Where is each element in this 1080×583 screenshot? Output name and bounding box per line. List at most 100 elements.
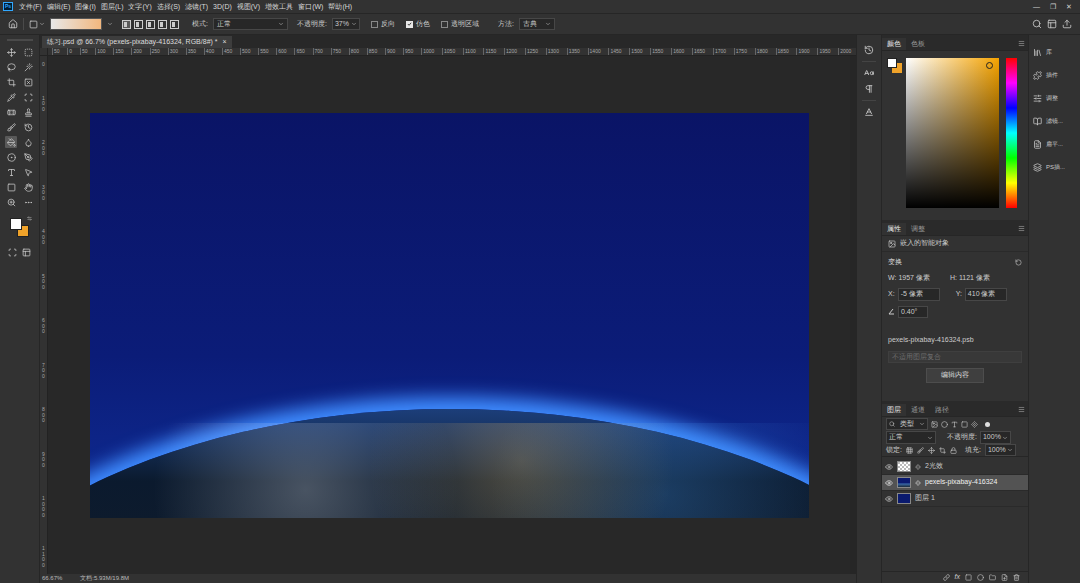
angle-input[interactable]: 0.40°	[898, 306, 928, 319]
method-select[interactable]: 古典	[519, 18, 555, 30]
filter-type-icon[interactable]	[951, 421, 958, 428]
side-panel-item[interactable]: 滤镜...	[1033, 113, 1080, 129]
tool-button[interactable]	[5, 181, 17, 193]
tool-button[interactable]	[22, 136, 34, 148]
tool-button[interactable]	[5, 91, 17, 103]
delete-layer-icon[interactable]	[1013, 574, 1020, 581]
properties-tab[interactable]: 属性	[882, 223, 906, 235]
tool-button[interactable]	[22, 46, 34, 58]
x-input[interactable]: -5 像素	[898, 288, 940, 301]
foreground-swatch[interactable]	[887, 58, 897, 68]
lock-pixels-icon[interactable]	[917, 447, 924, 454]
edit-contents-button[interactable]: 编辑内容	[926, 368, 984, 383]
lock-all-icon[interactable]	[950, 447, 957, 454]
tool-button[interactable]	[22, 76, 34, 88]
layer-comp-select[interactable]: 不适用图层复合	[888, 351, 1022, 364]
filter-pixel-icon[interactable]	[931, 421, 938, 428]
menu-item[interactable]: 图层(L)	[101, 3, 124, 10]
paragraph-icon[interactable]	[864, 84, 874, 94]
window-control[interactable]: —	[1033, 3, 1040, 10]
layer-row[interactable]: pexels-pixabay-416324	[882, 475, 1028, 491]
menu-item[interactable]: 3D(D)	[213, 3, 232, 10]
gradient-swatch[interactable]	[50, 18, 102, 30]
gradient-type-icon[interactable]	[122, 20, 131, 29]
y-input[interactable]: 410 像素	[965, 288, 1007, 301]
swap-colors-icon[interactable]	[27, 216, 32, 221]
reset-icon[interactable]	[1015, 259, 1022, 266]
color-field[interactable]	[906, 58, 999, 208]
color-panel-tab[interactable]: 色板	[906, 38, 930, 50]
quick-mask-icon[interactable]	[8, 248, 17, 257]
option-checkbox[interactable]: 反向	[371, 19, 395, 30]
panel-menu-icon[interactable]	[1018, 225, 1025, 232]
window-control[interactable]: ✕	[1066, 3, 1072, 10]
layers-tab[interactable]: 路径	[930, 404, 954, 416]
tool-button[interactable]	[5, 46, 17, 58]
gradient-type-icon[interactable]	[146, 20, 155, 29]
side-panel-item[interactable]: 库	[1033, 44, 1080, 60]
share-icon[interactable]	[1062, 19, 1072, 29]
new-group-icon[interactable]	[989, 574, 996, 581]
tool-button[interactable]	[5, 121, 17, 133]
tool-button[interactable]	[22, 166, 34, 178]
side-panel-item[interactable]: 扁平...	[1033, 136, 1080, 152]
foreground-color-swatch[interactable]	[10, 218, 22, 230]
filter-smart-icon[interactable]	[971, 421, 978, 428]
menu-item[interactable]: 编辑(E)	[47, 3, 70, 10]
color-panel-tab[interactable]: 颜色	[882, 38, 906, 50]
side-panel-item[interactable]: 调整	[1033, 90, 1080, 106]
glyphs-icon[interactable]	[864, 107, 874, 117]
menu-item[interactable]: 图像(I)	[75, 3, 96, 10]
layers-tab[interactable]: 通道	[906, 404, 930, 416]
tool-button[interactable]	[5, 196, 17, 208]
menu-item[interactable]: 文字(Y)	[128, 3, 151, 10]
document-tab[interactable]: 练习.psd @ 66.7% (pexels-pixabay-416324, R…	[42, 36, 232, 48]
mode-select[interactable]: 正常	[213, 18, 288, 30]
new-layer-icon[interactable]	[1001, 574, 1008, 581]
tool-button[interactable]	[5, 166, 17, 178]
screen-mode-icon[interactable]	[22, 248, 31, 257]
menu-item[interactable]: 增效工具	[265, 3, 293, 10]
workspace-icon[interactable]	[1047, 19, 1057, 29]
menu-item[interactable]: 视图(V)	[237, 3, 260, 10]
lock-transparent-icon[interactable]	[906, 447, 913, 454]
menu-item[interactable]: 滤镜(T)	[185, 3, 208, 10]
search-icon[interactable]	[1032, 19, 1042, 29]
layer-filter[interactable]: 类型	[886, 418, 928, 431]
menu-item[interactable]: 帮助(H)	[328, 3, 352, 10]
side-panel-item[interactable]: 插件	[1033, 67, 1080, 83]
adjustment-layer-icon[interactable]	[977, 574, 984, 581]
lock-artboard-icon[interactable]	[939, 447, 946, 454]
visibility-icon[interactable]	[885, 479, 893, 487]
tool-button[interactable]	[5, 106, 17, 118]
tool-button[interactable]	[22, 196, 34, 208]
tool-button[interactable]	[22, 151, 34, 163]
layer-opacity-field[interactable]: 100%	[980, 431, 1011, 444]
close-tab-button[interactable]: ×	[223, 37, 227, 48]
fill-field[interactable]: 100%	[985, 444, 1016, 457]
tool-button[interactable]	[22, 121, 34, 133]
gradient-type-icon[interactable]	[170, 20, 179, 29]
option-checkbox[interactable]: 仿色	[406, 19, 430, 30]
properties-tab[interactable]: 调整	[906, 223, 930, 235]
layers-tab[interactable]: 图层	[882, 404, 906, 416]
tool-button[interactable]	[22, 106, 34, 118]
window-control[interactable]: ❐	[1050, 3, 1056, 10]
side-panel-item[interactable]: PS插...	[1033, 159, 1080, 175]
tool-button[interactable]	[22, 181, 34, 193]
lock-position-icon[interactable]	[928, 447, 935, 454]
tool-button[interactable]	[22, 91, 34, 103]
add-mask-icon[interactable]	[965, 574, 972, 581]
history-icon[interactable]	[864, 45, 874, 55]
tool-preset[interactable]	[29, 20, 45, 29]
tool-button[interactable]	[5, 151, 17, 163]
tool-button[interactable]	[5, 136, 17, 148]
layer-row[interactable]: 2光效	[882, 459, 1028, 475]
tool-button[interactable]	[22, 61, 34, 73]
link-layers-icon[interactable]	[943, 574, 950, 581]
filter-shape-icon[interactable]	[961, 421, 968, 428]
option-checkbox[interactable]: 透明区域	[441, 19, 479, 30]
visibility-icon[interactable]	[885, 463, 893, 471]
menu-item[interactable]: 文件(F)	[19, 3, 42, 10]
panel-menu-icon[interactable]	[1018, 40, 1025, 47]
